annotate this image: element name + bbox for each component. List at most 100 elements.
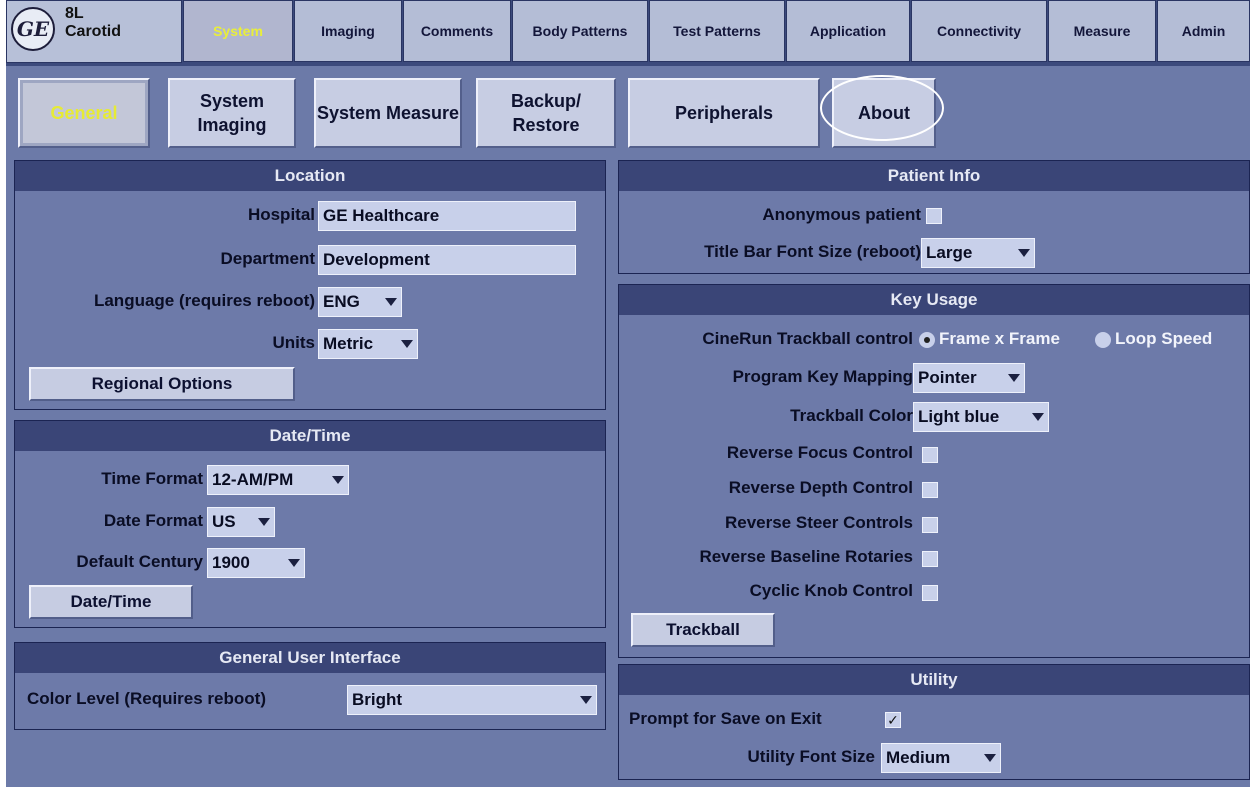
probe-line1: 8L bbox=[65, 5, 84, 22]
datetime-button[interactable]: Date/Time bbox=[29, 585, 193, 619]
program-key-select[interactable]: Pointer bbox=[913, 363, 1025, 393]
date-format-label: Date Format bbox=[103, 511, 203, 530]
utility-font-label: Utility Font Size bbox=[747, 747, 876, 766]
color-level-select[interactable]: Bright bbox=[347, 685, 597, 715]
utility-font-value: Medium bbox=[886, 748, 951, 767]
trackball-button[interactable]: Trackball bbox=[631, 613, 775, 647]
reverse-depth-label: Reverse Depth Control bbox=[728, 478, 913, 497]
time-format-value: 12-AM/PM bbox=[212, 470, 294, 489]
default-century-value: 1900 bbox=[212, 553, 250, 572]
reverse-baseline-checkbox[interactable] bbox=[922, 551, 938, 567]
hospital-field[interactable]: GE Healthcare bbox=[318, 201, 576, 231]
department-label: Department bbox=[220, 249, 315, 268]
datetime-title: Date/Time bbox=[15, 421, 605, 451]
date-format-select[interactable]: US bbox=[207, 507, 275, 537]
reverse-steer-checkbox[interactable] bbox=[922, 517, 938, 533]
subtab-backup-restore[interactable]: Backup/ Restore bbox=[476, 78, 616, 148]
color-level-value: Bright bbox=[352, 690, 403, 709]
cinerun-frame-label: Frame x Frame bbox=[939, 329, 1060, 348]
reverse-steer-label: Reverse Steer Controls bbox=[724, 513, 913, 532]
chevron-down-icon bbox=[982, 745, 998, 771]
title-font-label: Title Bar Font Size (reboot) bbox=[704, 242, 921, 261]
tab-system[interactable]: System bbox=[183, 0, 293, 62]
reverse-focus-checkbox[interactable] bbox=[922, 447, 938, 463]
tab-measure[interactable]: Measure bbox=[1048, 0, 1156, 62]
utility-panel: Utility Prompt for Save on Exit ✓ Utilit… bbox=[618, 664, 1250, 780]
chevron-down-icon bbox=[1006, 365, 1022, 391]
datetime-panel: Date/Time Time Format 12-AM/PM Date Form… bbox=[14, 420, 606, 628]
ge-logo-icon: GE bbox=[11, 7, 55, 51]
cinerun-loop-label: Loop Speed bbox=[1115, 329, 1213, 348]
trackball-color-select[interactable]: Light blue bbox=[913, 402, 1049, 432]
units-label: Units bbox=[272, 333, 316, 352]
chevron-down-icon bbox=[286, 550, 302, 576]
tab-comments[interactable]: Comments bbox=[403, 0, 511, 62]
probe-name: 8L Carotid bbox=[65, 5, 121, 41]
units-value: Metric bbox=[323, 334, 374, 353]
tab-connectivity[interactable]: Connectivity bbox=[911, 0, 1047, 62]
chevron-down-icon bbox=[330, 467, 346, 493]
general-ui-panel: General User Interface Color Level (Requ… bbox=[14, 642, 606, 730]
cinerun-label: CineRun Trackball control bbox=[702, 329, 913, 348]
tab-imaging[interactable]: Imaging bbox=[294, 0, 402, 62]
probe-indicator: GE 8L Carotid bbox=[6, 0, 182, 63]
color-level-label: Color Level (Requires reboot) bbox=[27, 689, 266, 708]
reverse-depth-checkbox[interactable] bbox=[922, 482, 938, 498]
top-tab-bar: GE 8L Carotid System Imaging Comments Bo… bbox=[6, 0, 1250, 66]
utility-title: Utility bbox=[619, 665, 1249, 695]
subtab-about[interactable]: About bbox=[832, 78, 936, 148]
department-field[interactable]: Development bbox=[318, 245, 576, 275]
chevron-down-icon bbox=[383, 289, 399, 315]
subtab-peripherals[interactable]: Peripherals bbox=[628, 78, 820, 148]
trackball-color-label: Trackball Color bbox=[790, 406, 913, 425]
subtab-general[interactable]: General bbox=[18, 78, 150, 148]
default-century-select[interactable]: 1900 bbox=[207, 548, 305, 578]
anonymous-patient-checkbox[interactable] bbox=[926, 208, 942, 224]
title-font-value: Large bbox=[926, 243, 973, 262]
subtab-system-measure[interactable]: System Measure bbox=[314, 78, 462, 148]
location-title: Location bbox=[15, 161, 605, 191]
regional-options-button[interactable]: Regional Options bbox=[29, 367, 295, 401]
key-usage-title: Key Usage bbox=[619, 285, 1249, 315]
general-ui-title: General User Interface bbox=[15, 643, 605, 673]
screen: GE 8L Carotid System Imaging Comments Bo… bbox=[6, 0, 1250, 787]
trackball-color-value: Light blue bbox=[918, 407, 1000, 426]
program-key-label: Program Key Mapping bbox=[732, 367, 913, 386]
chevron-down-icon bbox=[1030, 404, 1046, 430]
program-key-value: Pointer bbox=[918, 368, 977, 387]
subtab-system-imaging[interactable]: System Imaging bbox=[168, 78, 296, 148]
probe-line2: Carotid bbox=[65, 23, 121, 40]
language-select[interactable]: ENG bbox=[318, 287, 402, 317]
tab-body-patterns[interactable]: Body Patterns bbox=[512, 0, 648, 62]
key-usage-panel: Key Usage CineRun Trackball control Fram… bbox=[618, 284, 1250, 658]
language-label: Language (requires reboot) bbox=[93, 291, 315, 310]
cinerun-loop-radio[interactable] bbox=[1095, 332, 1111, 348]
cyclic-knob-checkbox[interactable] bbox=[922, 585, 938, 601]
tab-admin[interactable]: Admin bbox=[1157, 0, 1250, 62]
time-format-select[interactable]: 12-AM/PM bbox=[207, 465, 349, 495]
patient-info-panel: Patient Info Anonymous patient Title Bar… bbox=[618, 160, 1250, 274]
prompt-save-checkbox[interactable]: ✓ bbox=[885, 712, 901, 728]
title-font-select[interactable]: Large bbox=[921, 238, 1035, 268]
language-value: ENG bbox=[323, 292, 360, 311]
chevron-down-icon bbox=[256, 509, 272, 535]
patient-info-title: Patient Info bbox=[619, 161, 1249, 191]
reverse-baseline-label: Reverse Baseline Rotaries bbox=[699, 547, 913, 566]
cinerun-frame-radio[interactable] bbox=[919, 332, 935, 348]
utility-font-select[interactable]: Medium bbox=[881, 743, 1001, 773]
date-format-value: US bbox=[212, 512, 236, 531]
tab-application[interactable]: Application bbox=[786, 0, 910, 62]
location-panel: Location Hospital GE Healthcare Departme… bbox=[14, 160, 606, 410]
default-century-label: Default Century bbox=[76, 552, 203, 571]
chevron-down-icon bbox=[1016, 240, 1032, 266]
reverse-focus-label: Reverse Focus Control bbox=[726, 443, 913, 462]
units-select[interactable]: Metric bbox=[318, 329, 418, 359]
cyclic-knob-label: Cyclic Knob Control bbox=[749, 581, 913, 600]
time-format-label: Time Format bbox=[101, 469, 203, 488]
chevron-down-icon bbox=[578, 687, 594, 713]
anonymous-patient-label: Anonymous patient bbox=[762, 205, 921, 224]
hospital-label: Hospital bbox=[247, 205, 315, 224]
prompt-save-label: Prompt for Save on Exit bbox=[629, 709, 822, 728]
chevron-down-icon bbox=[399, 331, 415, 357]
tab-test-patterns[interactable]: Test Patterns bbox=[649, 0, 785, 62]
